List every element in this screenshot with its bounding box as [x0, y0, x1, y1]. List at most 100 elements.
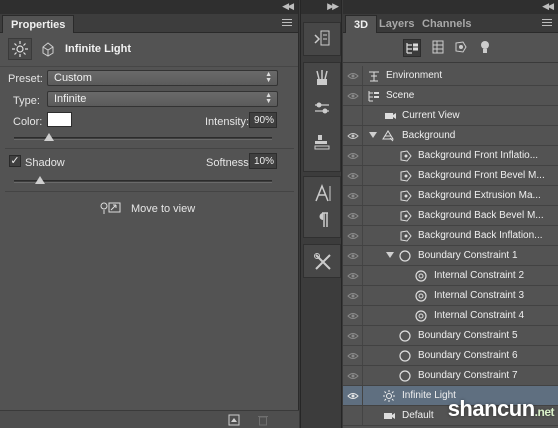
move-to-view-button[interactable]: Move to view — [97, 200, 217, 218]
visibility-eye-icon[interactable] — [343, 146, 363, 165]
preset-select[interactable]: Custom ▲ ▼ — [47, 70, 278, 86]
tool-strip: ▶▶ — [300, 0, 342, 428]
render-icon[interactable] — [228, 414, 240, 426]
visibility-eye-icon[interactable] — [343, 126, 363, 145]
material-icon — [400, 150, 412, 162]
visibility-eye-icon[interactable] — [343, 266, 363, 285]
softness-label: Softness: — [206, 157, 252, 169]
section-divider — [5, 191, 294, 192]
tree-row-background[interactable]: Background — [343, 126, 558, 146]
materials-filter-button[interactable] — [453, 39, 471, 57]
visibility-eye-icon[interactable] — [343, 386, 363, 405]
tree-label: Internal Constraint 3 — [434, 290, 525, 301]
collapse-panel-icon[interactable]: ◀◀ — [542, 1, 554, 12]
move-to-view-icon — [100, 202, 121, 214]
softness-slider-thumb[interactable] — [35, 176, 45, 184]
tree-label: Current View — [402, 110, 460, 121]
history-group — [303, 22, 341, 56]
visibility-eye-icon[interactable] — [343, 346, 363, 365]
properties-tabbar: Properties — [0, 14, 298, 33]
mesh-icon — [432, 40, 444, 54]
clone-source-icon[interactable] — [313, 133, 331, 151]
light-icon — [383, 390, 395, 402]
expand-panels-icon[interactable]: ▶▶ — [327, 1, 339, 12]
tree-label: Background Extrusion Ma... — [418, 190, 541, 201]
visibility-eye-icon[interactable] — [343, 226, 363, 245]
tree-row-material[interactable]: Background Front Inflatio... — [343, 146, 558, 166]
camera-icon — [385, 113, 396, 119]
visibility-eye-icon[interactable] — [343, 246, 363, 265]
visibility-eye-icon[interactable] — [343, 326, 363, 345]
paragraph-icon[interactable] — [316, 211, 330, 229]
history-icon[interactable] — [312, 29, 332, 49]
intensity-slider-thumb[interactable] — [44, 133, 54, 141]
tree-row-environment[interactable]: Environment — [343, 66, 558, 86]
lights-filter-button[interactable] — [477, 39, 495, 57]
visibility-eye-icon[interactable] — [343, 286, 363, 305]
tree-row-constraint[interactable]: Internal Constraint 4 — [343, 306, 558, 326]
visibility-eye-icon[interactable] — [343, 106, 363, 125]
panel-menu-icon[interactable] — [282, 19, 292, 28]
properties-footer — [0, 410, 299, 428]
coordinates-icon[interactable] — [40, 41, 56, 60]
tree-row-material[interactable]: Background Front Bevel M... — [343, 166, 558, 186]
color-swatch[interactable] — [47, 112, 72, 127]
tree-row-scene[interactable]: Scene — [343, 86, 558, 106]
tree-row-constraint[interactable]: Internal Constraint 2 — [343, 266, 558, 286]
properties-panel: ◀◀ Properties Infinite Light Preset: Cus… — [0, 0, 299, 428]
tree-row-constraint[interactable]: Boundary Constraint 5 — [343, 326, 558, 346]
visibility-eye-icon[interactable] — [343, 366, 363, 385]
meshes-filter-button[interactable] — [430, 39, 448, 57]
visibility-eye-icon[interactable] — [343, 406, 363, 425]
visibility-eye-icon[interactable] — [343, 206, 363, 225]
type-select[interactable]: Infinite ▲ ▼ — [47, 91, 278, 107]
brush-presets-icon[interactable] — [313, 69, 331, 87]
tree-row-constraint[interactable]: Boundary Constraint 6 — [343, 346, 558, 366]
tree-label: Scene — [386, 90, 415, 101]
tree-row-constraint[interactable]: Boundary Constraint 7 — [343, 366, 558, 386]
tab-channels[interactable]: Channels — [414, 15, 480, 33]
color-label: Color: — [13, 116, 43, 128]
expand-twisty-icon[interactable] — [386, 252, 394, 258]
collapse-panel-icon[interactable]: ◀◀ — [282, 1, 294, 12]
trash-icon[interactable] — [257, 414, 269, 426]
infinite-light-type-icon[interactable] — [8, 38, 32, 60]
softness-slider[interactable] — [14, 180, 272, 183]
select-arrows-icon: ▲ ▼ — [265, 71, 272, 84]
3d-scene-tree: Environment Scene Current View Backgroun… — [343, 64, 558, 428]
visibility-eye-icon[interactable] — [343, 306, 363, 325]
type-group — [303, 176, 341, 238]
tool-presets-icon[interactable] — [313, 252, 333, 272]
character-icon[interactable] — [314, 183, 332, 203]
visibility-eye-icon[interactable] — [343, 86, 363, 105]
tree-row-constraint[interactable]: Boundary Constraint 1 — [343, 246, 558, 266]
watermark: shancun.net — [448, 396, 555, 428]
tab-properties[interactable]: Properties — [2, 15, 75, 33]
brush-settings-icon[interactable] — [313, 99, 331, 117]
tree-row-material[interactable]: Background Back Inflation... — [343, 226, 558, 246]
intensity-input[interactable]: 90% — [249, 112, 277, 128]
constraint-icon — [415, 310, 427, 322]
type-label: Type: — [13, 95, 40, 107]
visibility-eye-icon[interactable] — [343, 186, 363, 205]
watermark-tld: .net — [534, 405, 555, 419]
shadow-checkbox[interactable]: ✓ — [9, 155, 21, 167]
tree-label: Background Back Inflation... — [418, 230, 543, 241]
constraint-icon — [399, 330, 411, 342]
whole-scene-filter-button[interactable] — [403, 39, 421, 57]
visibility-eye-icon[interactable] — [343, 166, 363, 185]
3d-filter-toolbar — [343, 33, 558, 63]
expand-twisty-icon[interactable] — [369, 132, 377, 138]
panel-menu-icon[interactable] — [542, 19, 552, 28]
visibility-eye-icon[interactable] — [343, 66, 363, 85]
softness-input[interactable]: 10% — [249, 153, 277, 169]
3d-panel-top-strip: ◀◀ — [343, 0, 558, 14]
shadow-label: Shadow — [25, 157, 65, 169]
tree-row-material[interactable]: Background Extrusion Ma... — [343, 186, 558, 206]
tree-row-material[interactable]: Background Back Bevel M... — [343, 206, 558, 226]
tree-row-constraint[interactable]: Internal Constraint 3 — [343, 286, 558, 306]
scene-tree-icon — [406, 43, 418, 54]
tree-label: Background Front Inflatio... — [418, 150, 539, 161]
tree-row-current-view[interactable]: Current View — [343, 106, 558, 126]
tree-label: Boundary Constraint 5 — [418, 330, 518, 341]
